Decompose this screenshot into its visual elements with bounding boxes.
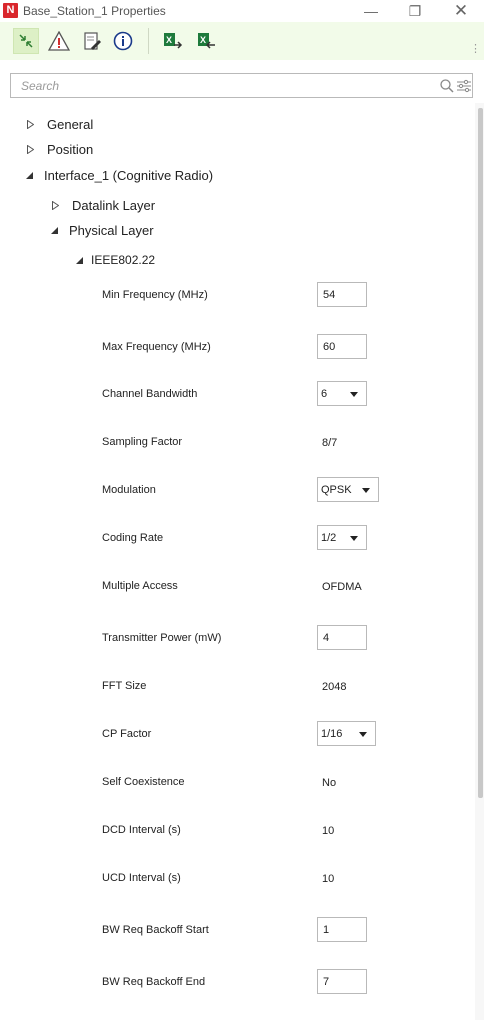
- collapse-all-button[interactable]: [13, 28, 39, 54]
- edit-document-icon: [84, 32, 101, 50]
- ucd-interval-label: UCD Interval (s): [102, 872, 181, 884]
- channel-bandwidth-label: Channel Bandwidth: [102, 388, 198, 400]
- collapse-arrow-icon[interactable]: [26, 171, 33, 179]
- svg-text:X: X: [200, 35, 206, 45]
- export-excel-button[interactable]: X: [160, 28, 186, 54]
- info-button[interactable]: [110, 28, 136, 54]
- tree-label-ieee80222: IEEE802.22: [91, 253, 156, 267]
- collapse-arrow-icon[interactable]: [76, 256, 83, 264]
- tree-label-general: General: [47, 116, 94, 132]
- cp-factor-select[interactable]: 1/16: [317, 721, 376, 746]
- minimize-button[interactable]: —: [348, 0, 394, 22]
- filter-settings-icon[interactable]: [456, 79, 472, 93]
- dcd-interval-value: 10: [322, 825, 335, 837]
- coding-rate-label: Coding Rate: [102, 532, 164, 544]
- transmitter-power-input[interactable]: [317, 625, 367, 650]
- multiple-access-value: OFDMA: [322, 581, 362, 593]
- max-frequency-input[interactable]: [317, 334, 367, 359]
- import-excel-icon: X: [198, 33, 215, 49]
- self-coexistence-value: No: [322, 777, 337, 789]
- bw-req-backoff-start-input[interactable]: [317, 917, 367, 942]
- self-coexistence-label: Self Coexistence: [102, 776, 185, 788]
- dropdown-arrow-icon: [362, 488, 370, 493]
- min-frequency-label: Min Frequency (MHz): [102, 289, 208, 301]
- min-frequency-input[interactable]: [317, 282, 367, 307]
- fft-size-label: FFT Size: [102, 680, 147, 692]
- modulation-value: QPSK: [321, 483, 352, 496]
- tree-node-general[interactable]: General: [26, 114, 93, 134]
- tree-label-datalink: Datalink Layer: [72, 197, 156, 213]
- window-title: Base_Station_1 Properties: [23, 4, 166, 18]
- expand-arrow-icon[interactable]: [27, 144, 34, 154]
- warning-icon: [48, 31, 70, 51]
- close-button[interactable]: ✕: [438, 0, 484, 22]
- cp-factor-label: CP Factor: [102, 728, 152, 740]
- import-excel-button[interactable]: X: [193, 28, 219, 54]
- search-icon[interactable]: [439, 78, 455, 94]
- svg-text:X: X: [166, 35, 172, 45]
- bw-req-backoff-end-input[interactable]: [317, 969, 367, 994]
- toolbar-overflow-icon[interactable]: ⋮: [470, 42, 481, 62]
- search-input[interactable]: [21, 78, 421, 94]
- ucd-interval-value: 10: [322, 873, 335, 885]
- coding-rate-value: 1/2: [321, 531, 337, 544]
- scrollbar-thumb[interactable]: [478, 108, 483, 798]
- expand-arrow-icon[interactable]: [52, 200, 59, 210]
- channel-bandwidth-select[interactable]: 6: [317, 381, 367, 406]
- bw-req-backoff-start-label: BW Req Backoff Start: [102, 924, 209, 936]
- sampling-factor-value: 8/7: [322, 437, 338, 449]
- tree-label-physical: Physical Layer: [69, 222, 154, 238]
- app-logo-icon: N: [3, 3, 18, 18]
- info-icon: [113, 31, 133, 51]
- bw-req-backoff-end-label: BW Req Backoff End: [102, 976, 206, 988]
- dropdown-arrow-icon: [350, 392, 358, 397]
- fft-size-value: 2048: [322, 681, 347, 693]
- collapse-arrow-icon[interactable]: [51, 226, 58, 234]
- dropdown-arrow-icon: [350, 536, 358, 541]
- tree-node-physical[interactable]: Physical Layer: [51, 220, 154, 240]
- dropdown-arrow-icon: [359, 732, 367, 737]
- tree-node-interface[interactable]: Interface_1 (Cognitive Radio): [26, 165, 213, 185]
- collapse-all-icon: [19, 34, 33, 48]
- transmitter-power-label: Transmitter Power (mW): [102, 632, 222, 644]
- toolbar-separator: [148, 28, 149, 54]
- modulation-label: Modulation: [102, 484, 156, 496]
- tree-label-interface: Interface_1 (Cognitive Radio): [44, 167, 214, 183]
- tree-node-datalink[interactable]: Datalink Layer: [51, 195, 155, 215]
- cp-factor-value: 1/16: [321, 727, 343, 740]
- expand-arrow-icon[interactable]: [27, 119, 34, 129]
- tree-node-ieee80222[interactable]: IEEE802.22: [76, 250, 155, 270]
- modulation-select[interactable]: QPSK: [317, 477, 379, 502]
- tree-label-position: Position: [47, 141, 94, 157]
- multiple-access-label: Multiple Access: [102, 580, 178, 592]
- toolbar: X X ⋮: [0, 22, 484, 60]
- sampling-factor-label: Sampling Factor: [102, 436, 183, 448]
- edit-button[interactable]: [79, 28, 105, 54]
- maximize-button[interactable]: ❐: [392, 0, 438, 22]
- warnings-button[interactable]: [46, 28, 72, 54]
- title-bar: N Base_Station_1 Properties — ❐ ✕: [0, 0, 484, 22]
- coding-rate-select[interactable]: 1/2: [317, 525, 367, 550]
- dcd-interval-label: DCD Interval (s): [102, 824, 181, 836]
- export-excel-icon: X: [164, 33, 183, 49]
- max-frequency-label: Max Frequency (MHz): [102, 341, 211, 353]
- channel-bandwidth-value: 6: [321, 387, 328, 400]
- search-box: [10, 73, 473, 98]
- tree-node-position[interactable]: Position: [26, 139, 93, 159]
